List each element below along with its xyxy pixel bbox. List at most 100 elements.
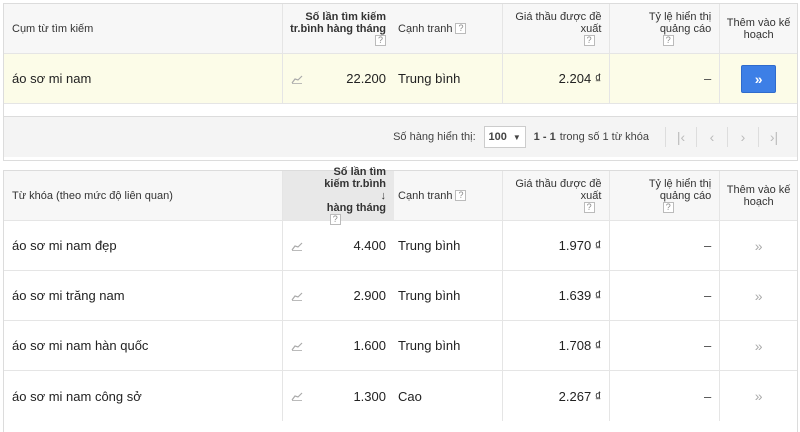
- page-range-suffix: trong số 1 từ khóa: [559, 131, 649, 143]
- competition-cell: Trung bình: [398, 288, 461, 303]
- next-page-button[interactable]: ›: [730, 129, 756, 145]
- divider: [665, 127, 666, 147]
- keyword-cell: áo sơ mi nam hàn quốc: [12, 338, 149, 353]
- col-header-impression[interactable]: Tỷ lệ hiển thị quảng cáo?: [609, 171, 719, 220]
- volume-cell: 4.400: [282, 221, 394, 270]
- col-header-add-line1: Thêm vào kế: [726, 16, 791, 29]
- col-header-bid-line2: xuất?: [580, 190, 602, 213]
- trend-chart-icon[interactable]: [291, 341, 303, 351]
- impression-cell: –: [609, 321, 719, 370]
- volume-value: 1.600: [353, 338, 386, 353]
- help-icon[interactable]: ?: [455, 190, 467, 201]
- impression-cell: –: [609, 271, 719, 320]
- col-header-impression-line1: Tỷ lệ hiển thị: [648, 11, 712, 23]
- help-icon[interactable]: ?: [662, 202, 674, 213]
- col-header-impression-text: quảng cáo: [659, 190, 712, 202]
- col-header-impression-line2: quảng cáo?: [660, 23, 711, 46]
- col-header-keyword[interactable]: Cụm từ tìm kiếm: [4, 4, 282, 53]
- col-header-bid-text: xuất: [580, 190, 602, 202]
- impression-cell: –: [609, 221, 719, 270]
- col-header-add-line2: hoạch: [743, 28, 774, 41]
- bid-cell: 1.970 ₫: [501, 221, 610, 270]
- bid-cell: 1.708 ₫: [501, 321, 610, 370]
- add-cell: »: [719, 321, 797, 370]
- col-header-competition[interactable]: Cạnh tranh ?: [394, 4, 502, 53]
- bid-cell: 2.204 ₫: [501, 54, 610, 103]
- volume-value: 1.300: [353, 388, 386, 404]
- table-row: áo sơ mi nam hàn quốc 1.600 Trung bình 1…: [4, 321, 797, 371]
- pagination-bar: Số hàng hiển thị: 100 ▼ 1 - 1 trong số 1…: [4, 117, 797, 157]
- search-terms-header: Cụm từ tìm kiếm Số lần tìm kiếm tr.bình …: [4, 4, 797, 54]
- rows-per-page-label: Số hàng hiển thị:: [393, 131, 476, 143]
- divider: [758, 127, 759, 147]
- volume-cell: 1.300: [282, 371, 394, 421]
- competition-cell: Trung bình: [398, 71, 461, 86]
- sort-desc-icon: ↓: [380, 190, 387, 202]
- help-icon[interactable]: ?: [375, 35, 387, 46]
- trend-chart-icon[interactable]: [291, 391, 303, 401]
- volume-cell: 1.600: [282, 321, 394, 370]
- competition-cell: Cao: [398, 388, 422, 404]
- competition-cell: Trung bình: [398, 338, 461, 353]
- col-header-volume-text: tr.bình hàng tháng: [290, 23, 387, 35]
- volume-value: 2.900: [353, 288, 386, 303]
- table-row: áo sơ mi nam đẹp 4.400 Trung bình 1.970 …: [4, 221, 797, 271]
- keyword-cell: áo sơ mi trăng nam: [12, 288, 125, 303]
- bid-cell: 1.639 ₫: [501, 271, 610, 320]
- help-icon[interactable]: ?: [662, 35, 674, 46]
- trend-chart-icon[interactable]: [291, 291, 303, 301]
- col-header-impression-line1: Tỷ lệ hiển thị: [648, 178, 712, 190]
- volume-cell: 22.200: [282, 54, 394, 103]
- col-header-volume-line1: Số lần tìm kiếm: [305, 11, 387, 23]
- add-cell: »: [719, 371, 797, 421]
- impression-cell: –: [609, 54, 719, 103]
- competition-cell: Trung bình: [398, 238, 461, 253]
- col-header-impression[interactable]: Tỷ lệ hiển thị quảng cáo?: [609, 4, 719, 53]
- last-page-button[interactable]: ›|: [761, 129, 787, 145]
- search-terms-table: Cụm từ tìm kiếm Số lần tìm kiếm tr.bình …: [3, 3, 798, 161]
- add-to-plan-link[interactable]: »: [755, 288, 763, 304]
- add-to-plan-link[interactable]: »: [755, 238, 763, 254]
- divider: [727, 127, 728, 147]
- help-icon[interactable]: ?: [583, 202, 595, 213]
- chevron-down-icon: ▼: [512, 132, 521, 142]
- help-icon[interactable]: ?: [455, 23, 467, 34]
- keyword-ideas-header: Từ khóa (theo mức độ liên quan) Số lần t…: [4, 166, 797, 225]
- add-cell: »: [719, 221, 797, 270]
- col-header-bid-text: xuất: [580, 23, 602, 35]
- prev-page-button[interactable]: ‹: [699, 129, 725, 145]
- col-header-volume-line1: Số lần tìm: [333, 166, 387, 178]
- col-header-impression-line2: quảng cáo?: [660, 190, 711, 213]
- col-header-add: Thêm vào kế hoạch: [719, 171, 797, 220]
- keyword-cell: áo sơ mi nam: [12, 71, 92, 86]
- volume-value: 4.400: [353, 238, 386, 253]
- col-header-bid-line2: xuất?: [580, 23, 602, 46]
- col-header-volume-sorted[interactable]: Số lần tìm kiếm tr.bình ↓ hàng tháng?: [282, 166, 395, 225]
- add-to-plan-link[interactable]: »: [755, 338, 763, 354]
- col-header-bid[interactable]: Giá thầu được đề xuất?: [501, 4, 610, 53]
- spacer: [4, 104, 797, 117]
- rows-per-page-select[interactable]: 100 ▼: [483, 126, 526, 148]
- col-header-add: Thêm vào kế hoạch: [719, 4, 797, 53]
- volume-value: 22.200: [346, 71, 386, 86]
- first-page-button[interactable]: |‹: [668, 129, 694, 145]
- help-icon[interactable]: ?: [583, 35, 595, 46]
- col-header-competition[interactable]: Cạnh tranh ?: [394, 171, 502, 220]
- col-header-volume-line2: kiếm tr.bình ↓: [324, 178, 386, 202]
- col-header-volume[interactable]: Số lần tìm kiếm tr.bình hàng tháng ?: [282, 4, 394, 53]
- col-header-add-line2: hoạch: [743, 195, 774, 208]
- add-to-plan-link[interactable]: »: [755, 388, 763, 404]
- keyword-cell: áo sơ mi nam công sở: [12, 388, 142, 404]
- col-header-bid-line1: Giá thầu được đề: [515, 11, 602, 23]
- table-row: áo sơ mi nam 22.200 Trung bình 2.204 ₫ –…: [4, 54, 797, 104]
- trend-chart-icon[interactable]: [291, 74, 303, 84]
- col-header-bid[interactable]: Giá thầu được đề xuất?: [501, 171, 610, 220]
- table-row: áo sơ mi trăng nam 2.900 Trung bình 1.63…: [4, 271, 797, 321]
- table-row: áo sơ mi nam công sở 1.300 Cao 2.267 ₫ –…: [4, 371, 797, 421]
- add-to-plan-button[interactable]: »: [741, 64, 777, 93]
- trend-chart-icon[interactable]: [291, 241, 303, 251]
- col-header-keyword[interactable]: Từ khóa (theo mức độ liên quan): [4, 171, 282, 220]
- col-header-competition-label: Cạnh tranh: [398, 189, 453, 202]
- volume-cell: 2.900: [282, 271, 394, 320]
- keyword-ideas-table: Từ khóa (theo mức độ liên quan) Số lần t…: [3, 166, 798, 432]
